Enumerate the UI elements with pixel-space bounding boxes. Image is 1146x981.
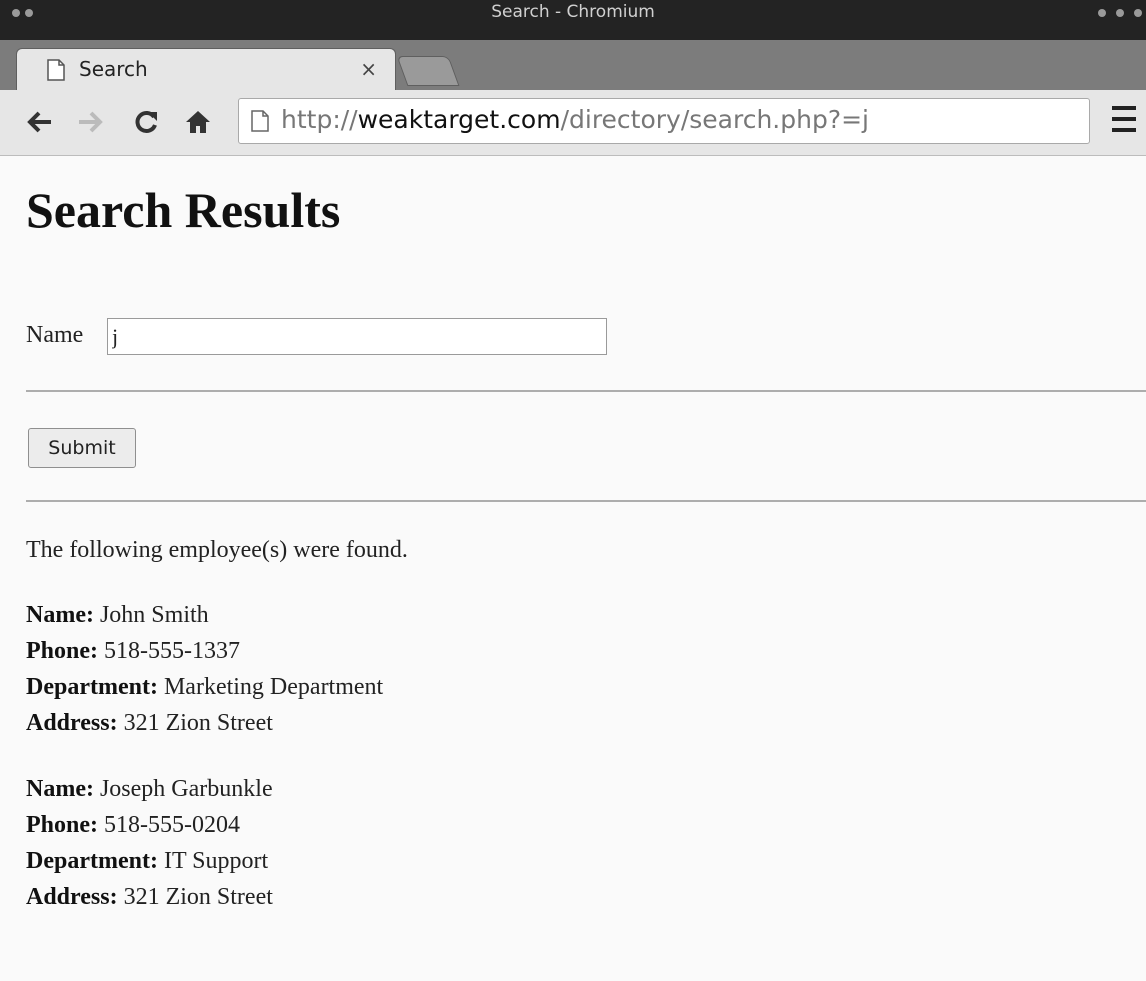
- record-line-phone: Phone: 518-555-0204: [26, 807, 273, 843]
- tab-search[interactable]: Search ×: [16, 48, 396, 90]
- hamburger-menu-icon[interactable]: [1112, 106, 1136, 132]
- minimize-icon[interactable]: [1098, 9, 1106, 17]
- window-title: Search - Chromium: [491, 2, 655, 22]
- record-line-address: Address: 321 Zion Street: [26, 879, 273, 915]
- tab-strip: Search ×: [0, 40, 1146, 90]
- name-search-input[interactable]: [107, 318, 607, 355]
- field-label: Address:: [26, 710, 118, 736]
- record-line-name: Name: John Smith: [26, 597, 383, 633]
- employee-name: John Smith: [99, 602, 209, 628]
- record-line-department: Department: IT Support: [26, 843, 273, 879]
- field-label: Name:: [26, 602, 94, 628]
- field-label: Name:: [26, 776, 94, 802]
- name-label: Name: [26, 322, 84, 348]
- field-label: Department:: [26, 674, 158, 700]
- employee-department: IT Support: [163, 848, 269, 874]
- close-window-icon[interactable]: [1134, 9, 1142, 17]
- browser-toolbar: http://weaktarget.com/directory/search.p…: [0, 90, 1146, 156]
- field-label: Phone:: [26, 812, 98, 838]
- address-bar[interactable]: http://weaktarget.com/directory/search.p…: [238, 98, 1090, 144]
- record-line-name: Name: Joseph Garbunkle: [26, 771, 273, 807]
- maximize-icon[interactable]: [1116, 9, 1124, 17]
- tab-label: Search: [79, 57, 148, 81]
- divider: [26, 500, 1146, 502]
- menu-line: [1112, 128, 1136, 132]
- reload-icon[interactable]: [130, 104, 162, 140]
- field-label: Phone:: [26, 638, 98, 664]
- record-line-phone: Phone: 518-555-1337: [26, 633, 383, 669]
- new-tab-button[interactable]: [396, 56, 460, 86]
- back-arrow-icon[interactable]: [24, 104, 56, 140]
- home-icon[interactable]: [182, 104, 214, 140]
- record-line-address: Address: 321 Zion Street: [26, 705, 383, 741]
- page-title: Search Results: [26, 182, 341, 238]
- employee-record: Name: John Smith Phone: 518-555-1337 Dep…: [26, 597, 383, 741]
- tab-close-icon[interactable]: ×: [360, 57, 377, 81]
- url-scheme: http://: [281, 105, 358, 134]
- field-label: Address:: [26, 884, 118, 910]
- employee-phone: 518-555-0204: [104, 812, 240, 838]
- field-label: Department:: [26, 848, 158, 874]
- url-host: weaktarget.com: [357, 105, 561, 134]
- window-controls[interactable]: [1098, 9, 1142, 17]
- submit-button[interactable]: Submit: [28, 428, 136, 468]
- window-titlebar[interactable]: Search - Chromium: [0, 0, 1146, 40]
- forward-arrow-icon[interactable]: [74, 104, 106, 140]
- employee-phone: 518-555-1337: [104, 638, 240, 664]
- employee-department: Marketing Department: [163, 674, 384, 700]
- page-icon: [47, 59, 65, 86]
- menu-line: [1112, 106, 1136, 110]
- results-message: The following employee(s) were found.: [26, 537, 408, 563]
- employee-address: 321 Zion Street: [123, 884, 273, 910]
- menu-line: [1112, 117, 1136, 121]
- url-path: /directory/search.php?=j: [560, 105, 870, 134]
- record-line-department: Department: Marketing Department: [26, 669, 383, 705]
- page-icon: [251, 110, 269, 137]
- divider: [26, 390, 1146, 392]
- employee-address: 321 Zion Street: [123, 710, 273, 736]
- employee-record: Name: Joseph Garbunkle Phone: 518-555-02…: [26, 771, 273, 915]
- employee-name: Joseph Garbunkle: [99, 776, 273, 802]
- url-text[interactable]: http://weaktarget.com/directory/search.p…: [281, 105, 869, 134]
- page-content: Search Results Name Submit The following…: [0, 157, 1146, 981]
